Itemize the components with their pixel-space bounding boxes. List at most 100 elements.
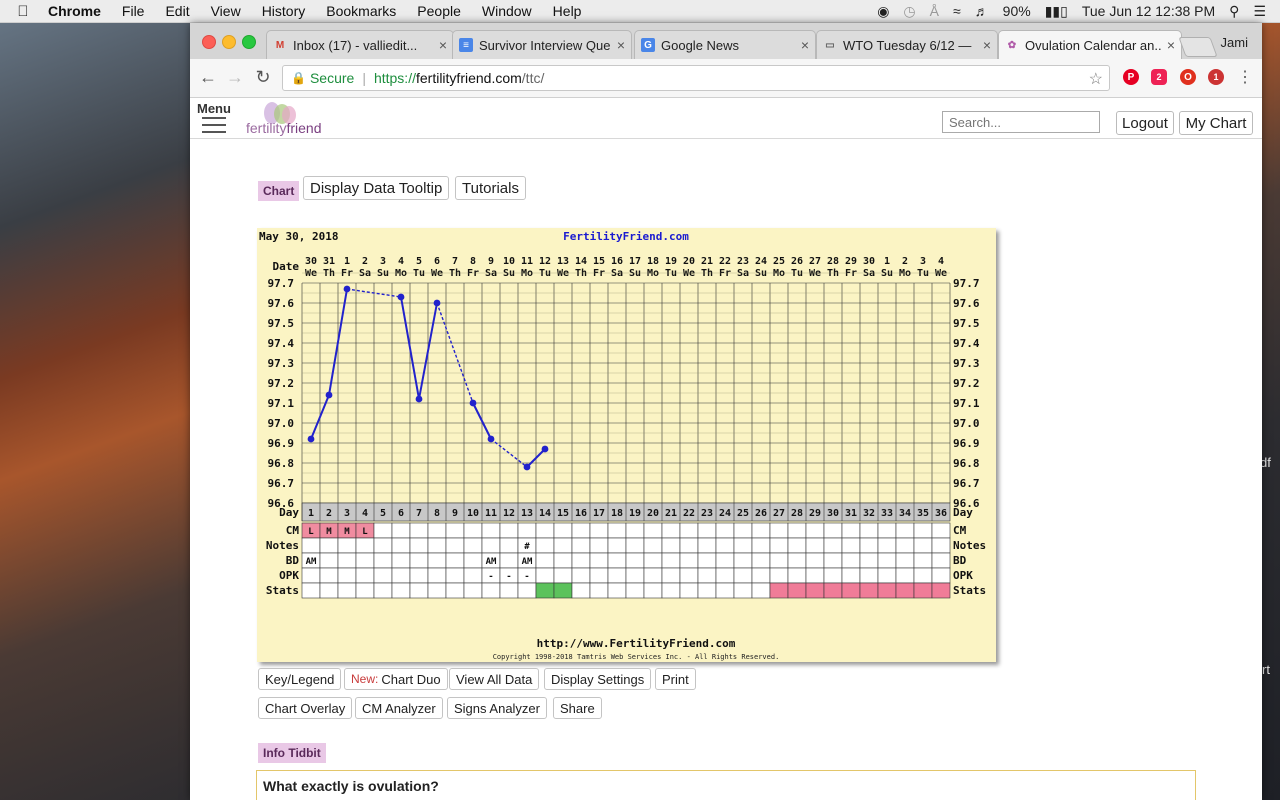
bd-cell: [661, 552, 681, 569]
notes-cell: [877, 537, 897, 554]
minimize-window-button[interactable]: [222, 35, 236, 49]
day-number-label: 23: [701, 508, 713, 519]
menu-file[interactable]: File: [122, 3, 145, 19]
chart-footer-url: http://www.FertilityFriend.com: [537, 637, 736, 650]
weekday-tick-label: Mo: [899, 268, 911, 279]
y-tick-label: 97.5: [953, 317, 980, 330]
key-legend-button[interactable]: Key/Legend: [258, 668, 342, 690]
print-button[interactable]: Print: [655, 668, 696, 690]
cm-cell: [643, 522, 663, 539]
row-label-day: Day: [953, 506, 973, 519]
extension-badge: 1: [1213, 72, 1219, 82]
menu-window[interactable]: Window: [482, 3, 532, 19]
date-tick-label: 3: [380, 256, 386, 267]
menu-help[interactable]: Help: [553, 3, 582, 19]
search-input[interactable]: [942, 111, 1100, 133]
date-tick-label: 18: [647, 256, 659, 267]
stats-cell: [733, 582, 753, 599]
pinterest-icon[interactable]: P: [1123, 69, 1139, 85]
stats-cell: [913, 582, 933, 599]
bbt-chart[interactable]: May 30, 2018 FertilityFriend.com Date 30 We 3…: [257, 228, 996, 662]
signs-analyzer-button[interactable]: Signs Analyzer: [447, 697, 547, 719]
tab-wto[interactable]: ▭ WTO Tuesday 6/12 — ×: [816, 30, 998, 59]
tab-ovulation-calendar[interactable]: ✿ Ovulation Calendar an... ×: [998, 30, 1182, 59]
wifi-icon[interactable]: ≈: [953, 3, 961, 19]
temp-point: [469, 399, 477, 407]
apple-menu-icon[interactable]: : [14, 3, 32, 20]
row-label-opk: OPK: [953, 569, 973, 582]
day-number-label: 7: [416, 508, 422, 519]
time-machine-icon[interactable]: ◷: [903, 3, 915, 20]
cm-cell: [571, 522, 591, 539]
info-question[interactable]: What exactly is ovulation?: [263, 778, 439, 794]
close-tab-icon[interactable]: ×: [439, 37, 447, 53]
new-tab-button[interactable]: [1178, 37, 1218, 57]
notification-center-icon[interactable]: ☰: [1253, 3, 1266, 20]
extension-icon[interactable]: 2: [1151, 69, 1167, 85]
chart-duo-button[interactable]: New: Chart Duo: [344, 668, 448, 690]
weekday-tick-label: Fr: [593, 268, 605, 279]
logout-button[interactable]: Logout: [1116, 111, 1174, 135]
opera-icon[interactable]: O: [1180, 69, 1196, 85]
close-tab-icon[interactable]: ×: [617, 37, 625, 53]
profile-name[interactable]: Jami: [1221, 35, 1248, 50]
tab-gmail[interactable]: M Inbox (17) - valliedit... ×: [266, 30, 454, 59]
lastpass-icon[interactable]: 1: [1208, 69, 1224, 85]
menu-history[interactable]: History: [262, 3, 306, 19]
menu-app-chrome[interactable]: Chrome: [48, 3, 101, 19]
cm-cell: [859, 522, 879, 539]
day-number-label: 16: [575, 508, 587, 519]
weekday-tick-label: We: [557, 268, 569, 279]
menu-view[interactable]: View: [211, 3, 241, 19]
menu-label[interactable]: Menu: [197, 101, 231, 116]
desktop-file-label: rt: [1262, 662, 1270, 677]
cm-cell: [427, 522, 447, 539]
chart-overlay-button[interactable]: Chart Overlay: [258, 697, 353, 719]
weekday-tick-label: Su: [755, 268, 767, 279]
share-button[interactable]: Share: [553, 697, 602, 719]
view-all-data-button[interactable]: View All Data: [449, 668, 540, 690]
opk-cell: [535, 567, 555, 584]
zoom-window-button[interactable]: [242, 35, 256, 49]
spotlight-search-icon[interactable]: ⚲: [1229, 3, 1239, 20]
lock-icon[interactable]: 🔒: [291, 71, 306, 85]
reload-icon[interactable]: ↻: [252, 67, 274, 88]
tab-google-news[interactable]: G Google News ×: [634, 30, 816, 59]
cm-analyzer-button[interactable]: CM Analyzer: [355, 697, 443, 719]
display-settings-button[interactable]: Display Settings: [544, 668, 652, 690]
date-tick-label: 9: [488, 256, 494, 267]
close-tab-icon[interactable]: ×: [801, 37, 809, 53]
volume-icon[interactable]: ♬: [975, 3, 989, 19]
bluetooth-icon[interactable]: Å: [930, 3, 939, 19]
tutorials-button[interactable]: Tutorials: [455, 176, 526, 200]
close-tab-icon[interactable]: ×: [1167, 37, 1175, 53]
fertility-friend-logo[interactable]: fertilityfriend: [246, 102, 326, 136]
creative-cloud-icon[interactable]: ◉: [877, 3, 889, 20]
notes-cell: [391, 537, 411, 554]
bookmark-star-icon[interactable]: ☆: [1089, 69, 1103, 89]
my-chart-button[interactable]: My Chart: [1179, 111, 1253, 135]
tab-google-docs[interactable]: ≡ Survivor Interview Que... ×: [452, 30, 632, 59]
date-tick-label: 17: [629, 256, 641, 267]
back-icon[interactable]: ←: [197, 67, 219, 88]
tab-title: WTO Tuesday 6/12 —: [843, 37, 972, 53]
close-tab-icon[interactable]: ×: [983, 37, 991, 53]
chrome-menu-icon[interactable]: ⋮: [1234, 67, 1256, 87]
battery-percent[interactable]: 90%: [1003, 3, 1031, 19]
weekday-tick-label: Su: [881, 268, 893, 279]
opk-cell: [787, 567, 807, 584]
y-tick-label: 97.4: [268, 337, 295, 350]
clock[interactable]: Tue Jun 12 12:38 PM: [1082, 3, 1215, 19]
display-data-tooltip-button[interactable]: Display Data Tooltip: [303, 176, 450, 200]
cm-cell: [589, 522, 609, 539]
address-bar[interactable]: 🔒 Secure | https:// fertilityfriend.com …: [282, 65, 1110, 91]
hamburger-menu-icon[interactable]: [202, 117, 226, 138]
close-window-button[interactable]: [202, 35, 216, 49]
forward-icon[interactable]: →: [224, 67, 246, 88]
stats-cell: [517, 582, 537, 599]
menu-bookmarks[interactable]: Bookmarks: [326, 3, 396, 19]
menu-edit[interactable]: Edit: [165, 3, 189, 19]
bd-cell: [355, 552, 375, 569]
menu-people[interactable]: People: [417, 3, 461, 19]
row-label-opk: OPK: [279, 569, 299, 582]
